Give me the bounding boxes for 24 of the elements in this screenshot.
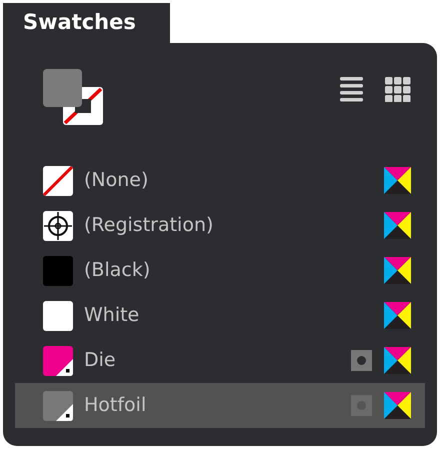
swatch-row[interactable]: (None) [15,158,425,203]
list-view-icon[interactable] [340,77,363,102]
registration-icon [43,210,73,240]
swatch-name: (Registration) [84,213,214,238]
swatch-chip-icon [43,166,73,196]
cmyk-icon [384,212,411,239]
cmyk-icon [384,302,411,329]
swatch-name: (None) [84,168,150,194]
swatch-name: Hotfoil [84,393,148,418]
swatch-row[interactable]: (Black) [15,248,425,293]
swatch-name: Die [84,348,117,374]
cmyk-icon [384,347,411,374]
panel-title: Swatches [23,9,136,36]
cmyk-icon [384,257,411,284]
cmyk-icon [384,167,411,194]
cmyk-icon [384,392,411,419]
swatch-row[interactable]: Hotfoil [15,383,425,428]
swatch-name: White [84,303,140,328]
fill-stroke-icon[interactable] [43,69,103,125]
swatch-name: (Black) [84,258,152,284]
swatch-row[interactable]: (Registration) [15,203,425,248]
grid-view-icon[interactable] [385,77,411,102]
swatch-row[interactable]: Die [15,338,425,383]
swatch-row[interactable]: White [15,293,425,338]
